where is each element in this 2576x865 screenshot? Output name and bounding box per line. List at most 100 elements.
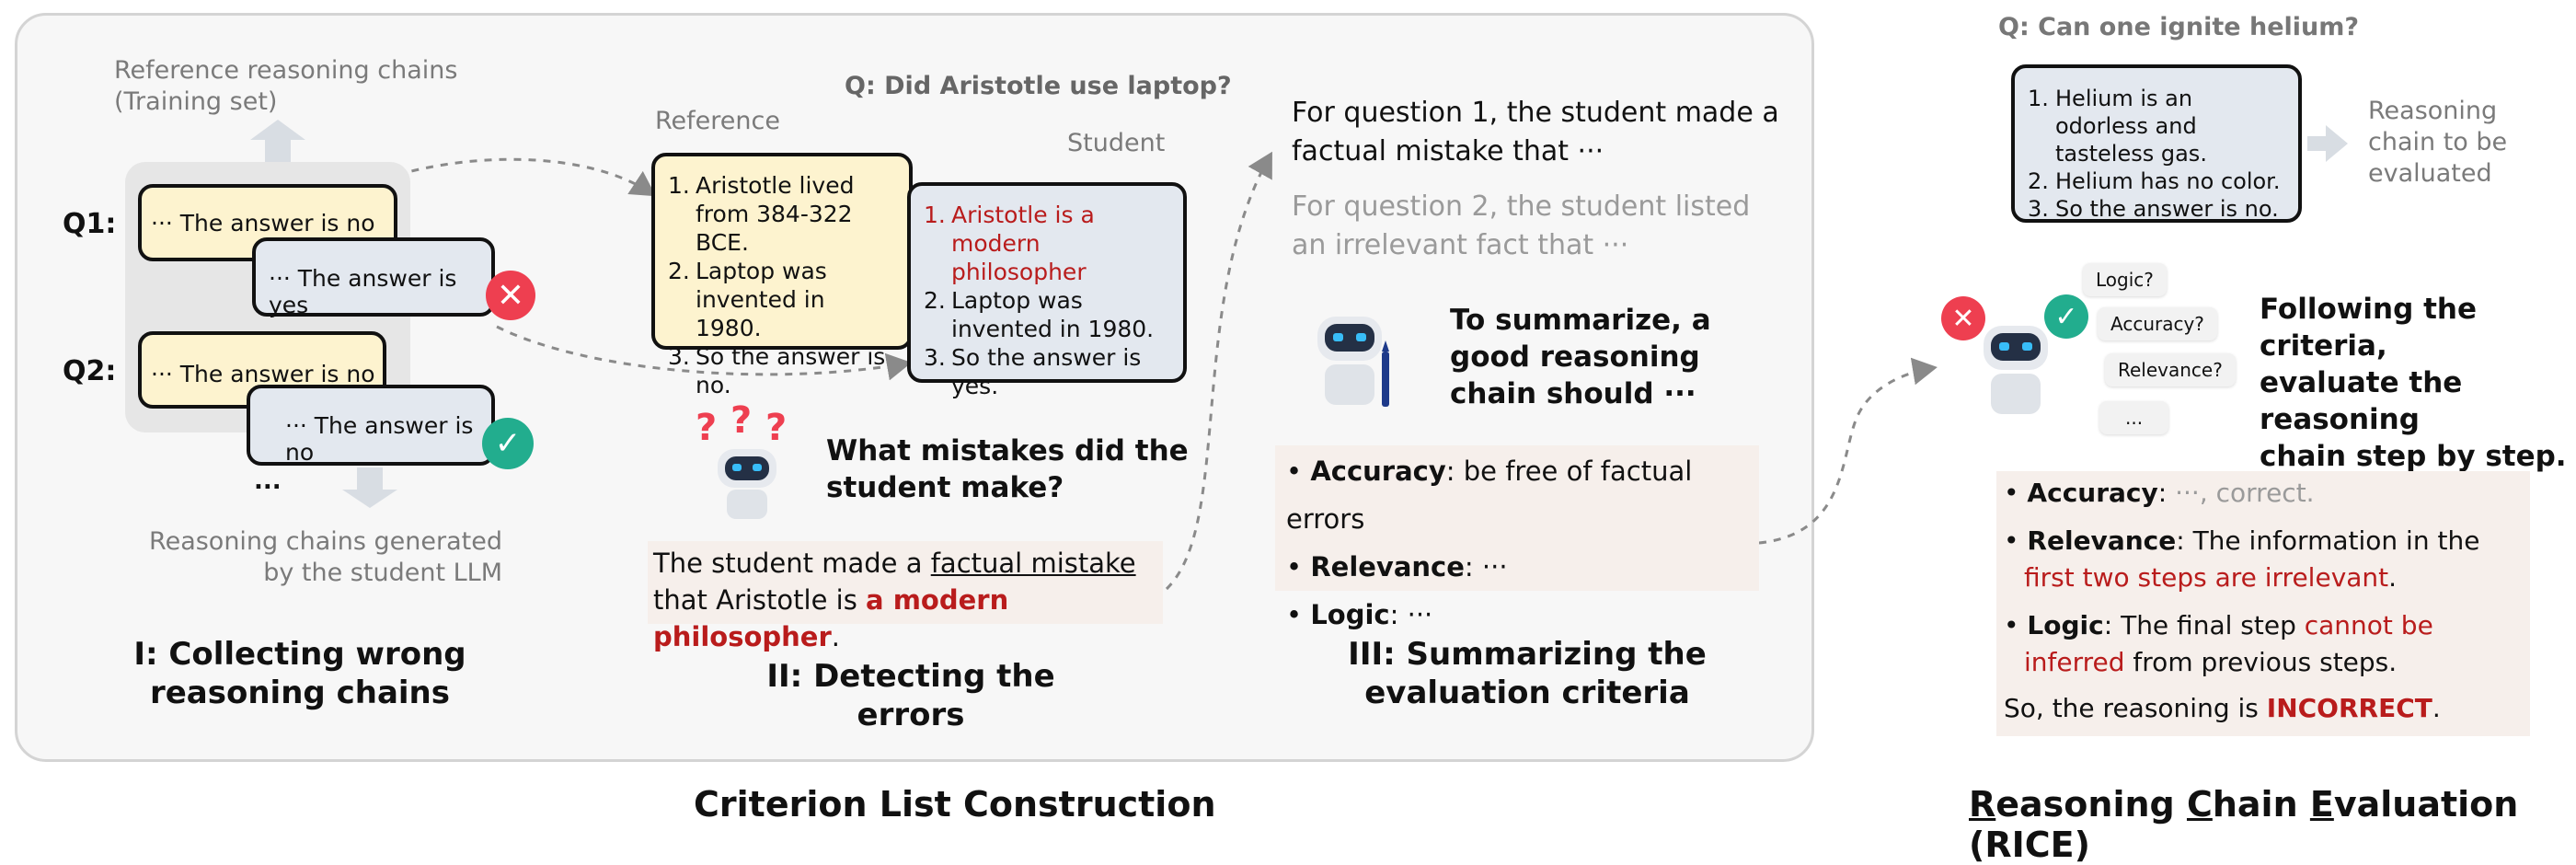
- arrow-criteria-to-eval: [1758, 357, 1938, 545]
- svg-text:?: ?: [765, 407, 787, 449]
- rice-title-part: hain: [2212, 784, 2310, 825]
- accuracy-bubble: Accuracy?: [2098, 307, 2217, 340]
- reference-step-1: 1. Aristotle lived from 384-322 BCE.: [668, 171, 896, 257]
- q2-student-text: ··· The answer is no: [285, 412, 474, 466]
- svg-text:?: ?: [696, 407, 717, 449]
- step-text: So the answer is no.: [696, 343, 886, 398]
- step-number: 2.: [668, 258, 690, 284]
- rice-letter-e: E: [2309, 784, 2334, 825]
- cross-icon: ✕: [486, 271, 535, 320]
- eval-logic-highlight: cannot be: [2304, 610, 2433, 640]
- eval-criterion-name: Accuracy: [2027, 478, 2158, 508]
- q2-label: Q2:: [63, 355, 117, 387]
- summarize-line2: good reasoning: [1450, 340, 1700, 374]
- step-number: 2.: [2028, 168, 2049, 194]
- evaluation-result: • Accuracy: ···, correct. • Relevance: T…: [1996, 471, 2530, 736]
- step3-caption-line1: III: Summarizing the: [1348, 636, 1707, 673]
- chain-to-evaluate-label: Reasoning chain to be evaluated: [2368, 96, 2507, 190]
- rice-letter-r: R: [1969, 784, 1996, 825]
- question1-feedback: For question 1, the student made a factu…: [1292, 94, 1779, 171]
- eval-relevance-cont: first two steps are irrelevant.: [2004, 559, 2523, 596]
- generated-chains-line1: Reasoning chains generated: [149, 527, 502, 556]
- q2-reference-text: ··· The answer is no: [151, 361, 375, 387]
- step1-caption: I: Collecting wrong reasoning chains: [116, 635, 484, 712]
- eval-accuracy: • Accuracy: ···, correct.: [2004, 478, 2315, 508]
- eval-relevance-highlight: first two steps are irrelevant: [2024, 562, 2389, 593]
- reference-chains-title: Reference reasoning chains (Training set…: [114, 55, 457, 118]
- question2-feedback: For question 2, the student listed an ir…: [1292, 188, 1750, 265]
- reference-chains-title-line2: (Training set): [114, 87, 278, 116]
- chain-step-2: 2. Helium has no color.: [2028, 167, 2285, 195]
- eval-period: .: [2388, 562, 2398, 593]
- step-text: Laptop was invented in 1980.: [696, 258, 827, 341]
- step-number: 2.: [924, 287, 946, 314]
- question1-feedback-line1: For question 1, the student made a: [1292, 97, 1779, 129]
- q2-student-chain: ··· The answer is no: [247, 385, 495, 466]
- rice-title: Reasoning Chain Evaluation (RICE): [1969, 784, 2576, 865]
- eval-logic: • Logic: The final step cannot be: [2004, 610, 2433, 640]
- eval-logic-end: from previous steps.: [2124, 647, 2398, 677]
- mistake-prompt-line1: What mistakes did the: [826, 434, 1189, 467]
- reference-step-2: 2. Laptop was invented in 1980.: [668, 257, 896, 342]
- eval-logic-text: : The final step: [2103, 610, 2305, 640]
- criterion-relevance: • Relevance: ···: [1286, 551, 1508, 582]
- criterion-name: Accuracy: [1310, 456, 1446, 487]
- step-number: 1.: [668, 172, 690, 199]
- follow-line2: evaluate the reasoning: [2260, 366, 2463, 436]
- panel2-question: Q: Did Aristotle use laptop?: [845, 72, 1232, 100]
- chain-label-line3: evaluated: [2368, 159, 2492, 188]
- eval-logic-highlight: inferred: [2024, 647, 2125, 677]
- verdict-label: INCORRECT: [2266, 693, 2432, 723]
- rice-title-part: easoning: [1995, 784, 2187, 825]
- step-text: Laptop was invented in 1980.: [951, 287, 1155, 342]
- panel4-question: Q: Can one ignite helium?: [1998, 13, 2360, 41]
- evaluated-chain-card: 1. Helium is an odorless and tasteless ga…: [2011, 64, 2302, 223]
- criterion-name: Relevance: [1310, 551, 1465, 582]
- step-number: 1.: [2028, 86, 2049, 111]
- reference-label: Reference: [655, 107, 780, 135]
- q1-student-text: ··· The answer is yes: [269, 265, 457, 318]
- q1-label: Q1:: [63, 208, 117, 240]
- chain-step-1: 1. Helium is an odorless and tasteless ga…: [2028, 85, 2285, 167]
- answer-underlined-text: factual mistake: [930, 548, 1136, 579]
- criterion-list-title: Criterion List Construction: [694, 784, 1216, 825]
- answer-period: .: [831, 621, 840, 652]
- step3-caption-line2: evaluation criteria: [1364, 675, 1690, 711]
- svg-text:?: ?: [730, 405, 752, 442]
- criteria-list: • Accuracy: be free of factual errors • …: [1275, 445, 1759, 630]
- arrow-ref-to-reference-card: [397, 157, 657, 197]
- criterion-logic: • Logic: ···: [1286, 599, 1433, 630]
- q1-reference-text: ··· The answer is no: [151, 210, 375, 236]
- arrow-up-to-reference: [250, 120, 305, 166]
- student-label: Student: [1067, 129, 1166, 157]
- reference-chain-card: 1. Aristotle lived from 384-322 BCE. 2. La…: [651, 153, 913, 398]
- generated-chains-label: Reasoning chains generated by the studen…: [110, 526, 502, 589]
- chain-label-line2: chain to be: [2368, 128, 2508, 156]
- step-text: So the answer is no.: [2055, 196, 2279, 222]
- step3-caption: III: Summarizing the evaluation criteria: [1325, 635, 1730, 712]
- verdict-prefix: So, the reasoning is: [2004, 693, 2267, 723]
- step-text: So the answer is yes.: [951, 344, 1142, 399]
- reference-step-3: 3. So the answer is no.: [668, 342, 896, 399]
- step-text: Helium is an odorless and tasteless gas.: [2055, 86, 2207, 167]
- chain-step-3: 3. So the answer is no.: [2028, 195, 2285, 223]
- eval-verdict: So, the reasoning is INCORRECT.: [2004, 690, 2523, 727]
- criterion-desc: : ···: [1464, 551, 1508, 582]
- arrow-down-to-generated: [342, 467, 397, 508]
- more-bubble: ...: [2099, 401, 2169, 434]
- answer-text: The student made a: [653, 548, 931, 579]
- chain-label-line1: Reasoning: [2368, 97, 2498, 125]
- step-number: 3.: [2028, 196, 2049, 222]
- step-text: Aristotle lived from 384-322 BCE.: [696, 172, 855, 256]
- confused-robot-icon: ? ? ?: [696, 405, 787, 519]
- criterion-accuracy: • Accuracy: be free of factual errors: [1286, 456, 1693, 535]
- reference-chains-title-line1: Reference reasoning chains: [114, 56, 458, 85]
- mistake-prompt-line2: student make?: [826, 471, 1064, 504]
- eval-logic-cont: inferred from previous steps.: [2004, 644, 2523, 681]
- summarize-text: To summarize, a good reasoning chain sho…: [1450, 302, 1711, 412]
- question2-feedback-line1: For question 2, the student listed: [1292, 190, 1751, 223]
- step-text: Aristotle is a modern philosopher: [951, 202, 1095, 285]
- eval-criterion-name: Relevance: [2027, 525, 2177, 556]
- criterion-desc: : ···: [1389, 599, 1433, 630]
- arrow-chain-to-label: [2307, 125, 2348, 162]
